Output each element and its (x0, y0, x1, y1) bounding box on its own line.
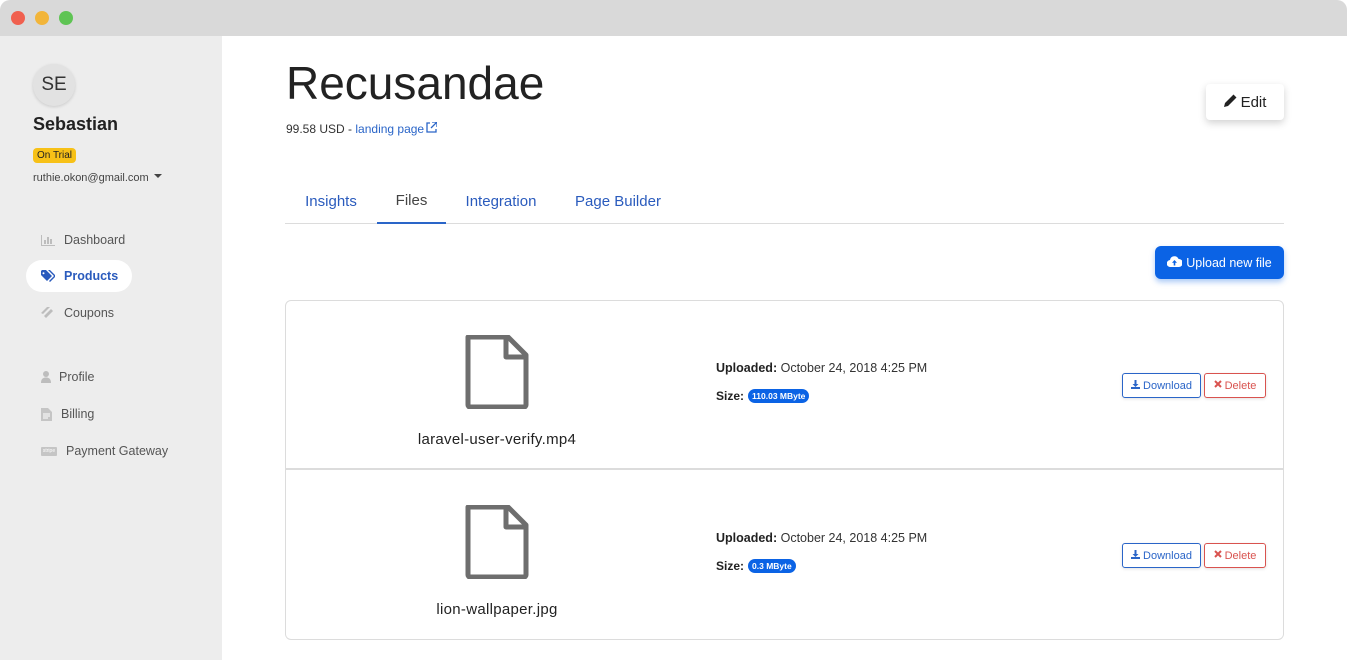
uploaded-label: Uploaded: (716, 361, 778, 375)
download-label: Download (1143, 549, 1192, 562)
user-email: ruthie.okon@gmail.com (33, 172, 149, 184)
sidebar-item-label: Products (64, 269, 119, 283)
stripe-icon: stripe (41, 446, 57, 456)
external-link-icon (426, 121, 438, 136)
product-subtitle: 99.58 USD - landing page (286, 121, 438, 136)
delete-label: Delete (1224, 379, 1257, 392)
main-content: Recusandae 99.58 USD - landing page Edit… (222, 36, 1347, 660)
tab-page-builder[interactable]: Page Builder (556, 178, 680, 224)
user-icon (40, 371, 51, 383)
sidebar-item-billing[interactable]: Billing (26, 398, 108, 430)
product-price: 99.58 USD (286, 122, 345, 136)
close-window-button[interactable] (11, 11, 25, 25)
tab-files[interactable]: Files (377, 178, 446, 224)
delete-button[interactable]: Delete (1204, 373, 1266, 398)
user-menu-toggle[interactable]: ruthie.okon@gmail.com (33, 172, 162, 184)
file-name: laravel-user-verify.mp4 (417, 431, 577, 448)
tab-label: Insights (305, 192, 357, 210)
size-label: Size: (716, 559, 745, 573)
sidebar-item-label: Payment Gateway (66, 444, 169, 458)
uploaded-value: October 24, 2018 4:25 PM (780, 361, 928, 375)
tab-insights[interactable]: Insights (285, 178, 377, 224)
edit-button-label: Edit (1240, 93, 1267, 111)
uploaded-value: October 24, 2018 4:25 PM (780, 531, 928, 545)
sidebar-item-dashboard[interactable]: Dashboard (26, 224, 139, 256)
delete-button[interactable]: Delete (1204, 543, 1266, 568)
upload-button-label: Upload new file (1186, 255, 1272, 270)
pencil-icon (1223, 94, 1237, 110)
page-title: Recusandae (286, 57, 545, 109)
close-icon (1213, 550, 1222, 561)
separator: - (344, 122, 356, 136)
tab-label: Integration (465, 192, 537, 210)
sidebar-item-payment-gateway[interactable]: stripe Payment Gateway (26, 435, 182, 467)
download-label: Download (1143, 379, 1192, 392)
landing-page-link[interactable]: landing page (355, 121, 438, 136)
file-size: Size: 0.3 MByte (716, 559, 796, 573)
browser-window: SE Sebastian On Trial ruthie.okon@gmail.… (0, 0, 1347, 660)
uploaded-label: Uploaded: (716, 531, 778, 545)
caret-down-icon (153, 174, 162, 179)
edit-button[interactable]: Edit (1206, 84, 1284, 120)
file-size: Size: 110.03 MByte (716, 389, 810, 403)
file-row: lion-wallpaper.jpg Uploaded: October 24,… (286, 471, 1283, 639)
tags-icon (40, 270, 56, 282)
size-badge: 110.03 MByte (748, 389, 810, 403)
file-row: laravel-user-verify.mp4 Uploaded: Octobe… (286, 301, 1283, 470)
download-button[interactable]: Download (1122, 373, 1201, 398)
trial-badge: On Trial (33, 148, 77, 163)
upload-new-file-button[interactable]: Upload new file (1155, 246, 1284, 279)
download-button[interactable]: Download (1122, 543, 1201, 568)
file-icon (465, 505, 529, 579)
maximize-window-button[interactable] (59, 11, 73, 25)
tab-label: Files (395, 191, 428, 209)
sidebar-item-products[interactable]: Products (26, 260, 133, 292)
sidebar-item-profile[interactable]: Profile (26, 361, 108, 393)
file-text-icon (40, 407, 53, 421)
upload-date: Uploaded: October 24, 2018 4:25 PM (716, 361, 927, 375)
file-icon (465, 335, 529, 409)
file-list: laravel-user-verify.mp4 Uploaded: Octobe… (285, 300, 1284, 640)
close-icon (1213, 380, 1222, 391)
sidebar-item-coupons[interactable]: Coupons (26, 297, 128, 329)
minimize-window-button[interactable] (35, 11, 49, 25)
bar-chart-icon (40, 234, 56, 246)
file-name: lion-wallpaper.jpg (436, 601, 558, 618)
tab-bar: Insights Files Integration Page Builder (285, 178, 1284, 224)
size-badge: 0.3 MByte (748, 559, 796, 573)
tab-label: Page Builder (575, 192, 661, 210)
download-icon (1131, 549, 1141, 562)
landing-page-link-label: landing page (355, 122, 425, 136)
ticket-icon (40, 307, 56, 319)
sidebar-item-label: Billing (61, 407, 95, 421)
sidebar-item-label: Coupons (64, 306, 115, 320)
sidebar-item-label: Profile (59, 370, 95, 384)
user-name: Sebastian (33, 114, 119, 134)
sidebar-item-label: Dashboard (64, 233, 126, 247)
size-label: Size: (716, 389, 745, 403)
download-icon (1131, 379, 1141, 392)
upload-date: Uploaded: October 24, 2018 4:25 PM (716, 531, 927, 545)
delete-label: Delete (1224, 549, 1257, 562)
tab-integration[interactable]: Integration (446, 178, 556, 224)
sidebar: SE Sebastian On Trial ruthie.okon@gmail.… (0, 36, 222, 660)
cloud-upload-icon (1167, 255, 1184, 270)
avatar[interactable]: SE (33, 64, 75, 106)
window-titlebar (0, 0, 1347, 36)
